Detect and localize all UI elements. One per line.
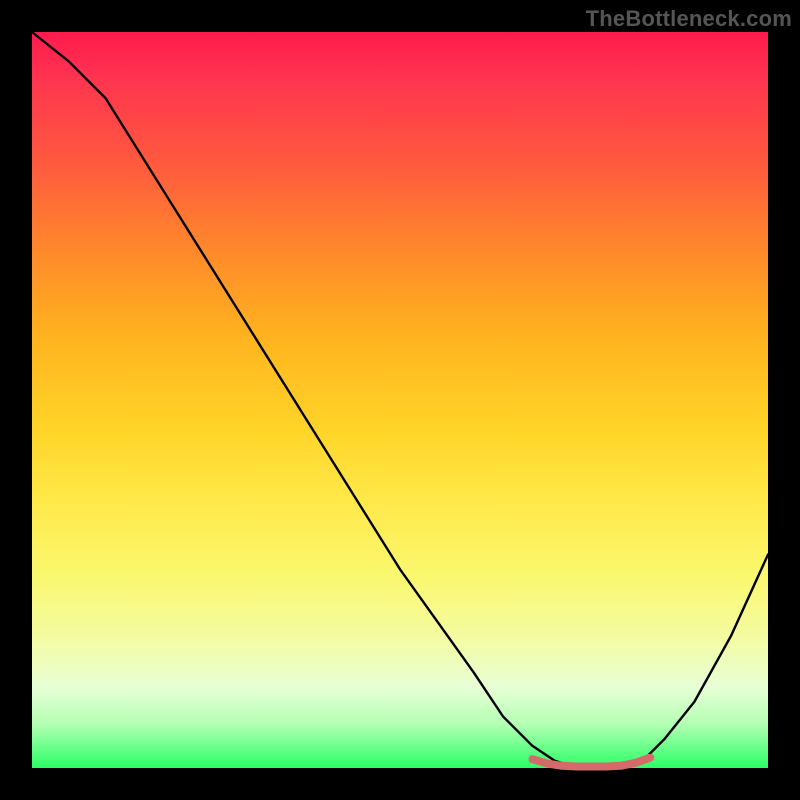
chart-svg — [32, 32, 768, 768]
watermark-text: TheBottleneck.com — [586, 6, 792, 32]
bottleneck-curve-line — [32, 32, 768, 768]
chart-plot-area — [32, 32, 768, 768]
